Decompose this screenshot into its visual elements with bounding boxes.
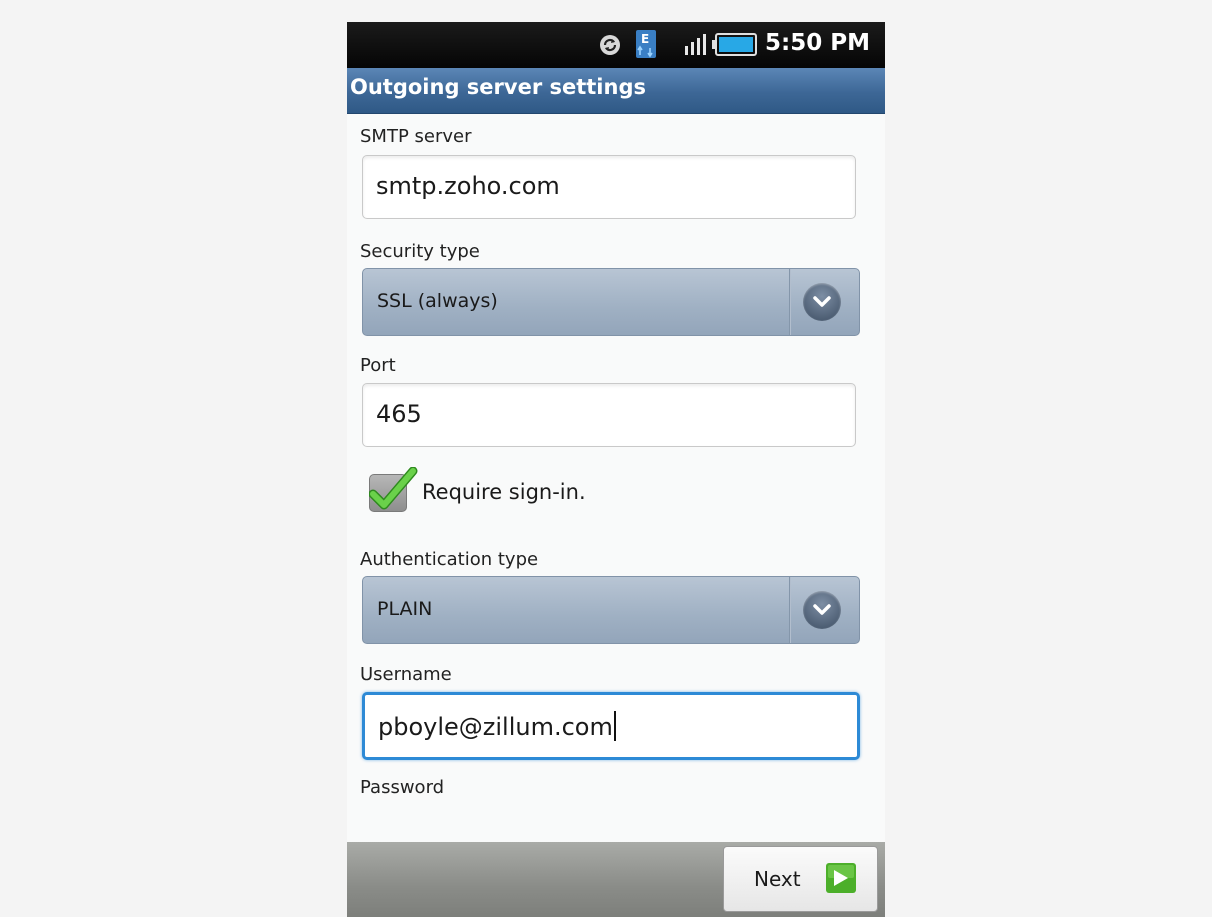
text-cursor [613, 711, 616, 741]
battery-icon [712, 33, 757, 56]
password-label: Password [360, 777, 445, 798]
bottom-bar: Next [347, 842, 885, 917]
sync-icon [600, 35, 620, 55]
edge-data-icon: E [636, 30, 656, 58]
next-button-label: Next [754, 867, 801, 891]
smtp-server-input[interactable]: smtp.zoho.com [362, 155, 856, 219]
auth-type-value: PLAIN [377, 598, 433, 620]
page-title: Outgoing server settings [350, 75, 646, 99]
select-divider [789, 269, 791, 335]
port-label: Port [360, 355, 396, 376]
svg-text:E: E [641, 32, 649, 46]
signal-icon [685, 34, 706, 55]
checkmark-icon [369, 467, 418, 510]
security-type-label: Security type [360, 241, 480, 262]
select-divider [789, 577, 791, 643]
port-input[interactable]: 465 [362, 383, 856, 447]
require-signin-label[interactable]: Require sign-in. [422, 480, 586, 504]
username-input[interactable]: pboyle@zillum.com [362, 692, 860, 760]
smtp-server-value: smtp.zoho.com [376, 172, 560, 200]
chevron-down-icon[interactable] [803, 283, 841, 321]
require-signin-checkbox[interactable] [369, 467, 418, 512]
phone-screen: E 5:50 PM Outgoing server settings SMTP … [347, 22, 885, 917]
status-bar: E 5:50 PM [347, 22, 885, 68]
next-button[interactable]: Next [723, 846, 878, 912]
auth-type-select[interactable]: PLAIN [362, 576, 860, 644]
security-type-select[interactable]: SSL (always) [362, 268, 860, 336]
port-value: 465 [376, 400, 422, 428]
settings-form: SMTP server smtp.zoho.com Security type … [347, 114, 885, 842]
arrow-right-icon [826, 863, 856, 893]
smtp-server-label: SMTP server [360, 126, 472, 147]
security-type-value: SSL (always) [377, 290, 498, 312]
status-time: 5:50 PM [765, 30, 870, 56]
username-value: pboyle@zillum.com [378, 711, 616, 741]
chevron-down-icon[interactable] [803, 591, 841, 629]
auth-type-label: Authentication type [360, 549, 539, 570]
title-bar: Outgoing server settings [347, 68, 885, 114]
username-label: Username [360, 664, 452, 685]
